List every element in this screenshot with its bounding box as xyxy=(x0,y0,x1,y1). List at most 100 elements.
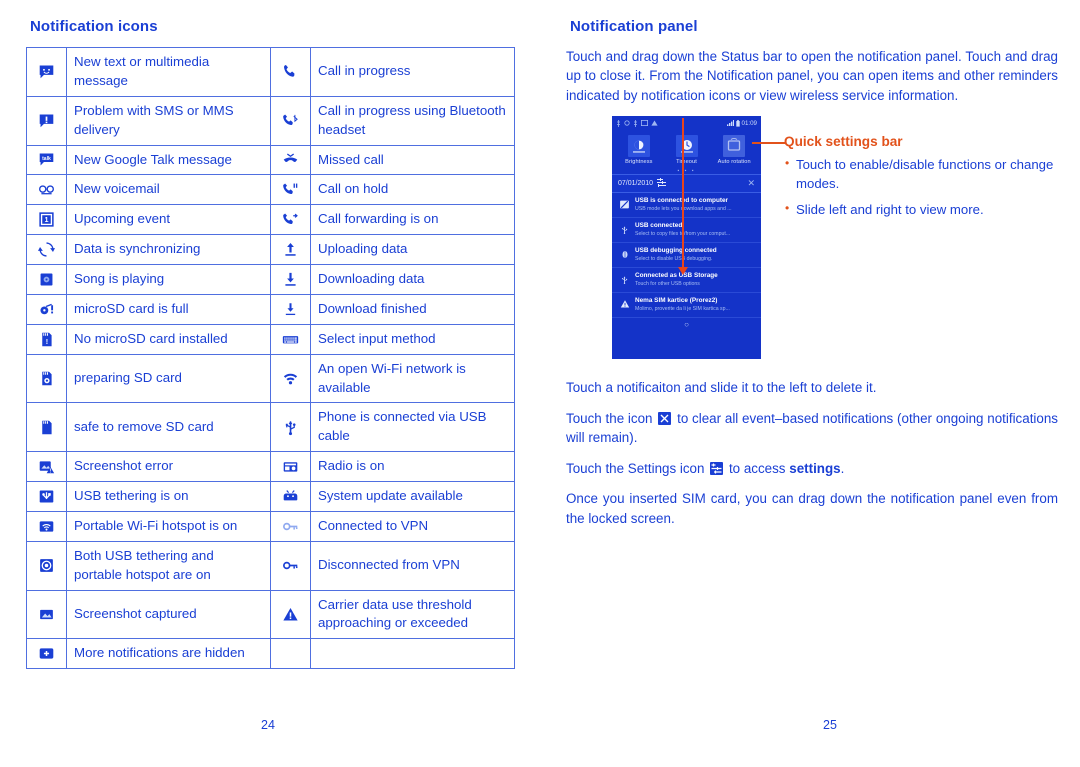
svg-text:1: 1 xyxy=(44,215,48,224)
table-cell-label: Uploading data xyxy=(310,234,515,265)
page-number-right: 25 xyxy=(823,718,837,732)
page-number-left: 24 xyxy=(261,718,275,732)
phone-bluetooth-icon-cell xyxy=(270,95,311,146)
close-icon[interactable]: ✕ xyxy=(747,178,755,189)
calendar-event-icon-cell: 1 xyxy=(26,204,67,236)
safe-remove-sd-icon xyxy=(38,419,55,436)
paragraph-settings-access: Touch the Settings icon to access settin… xyxy=(566,459,1058,478)
more-notifications-icon-cell xyxy=(26,638,67,670)
table-cell-label: No microSD card installed xyxy=(66,323,271,355)
phone-call-icon-cell xyxy=(270,47,311,97)
paragraph-clear-notifications: Touch the icon to clear all event–based … xyxy=(566,409,1058,448)
table-cell-label: New Google Talk message xyxy=(66,144,271,176)
safe-remove-sd-icon-cell xyxy=(26,402,67,453)
preparing-sd-card-icon-cell xyxy=(26,353,67,404)
table-cell-label: microSD card is full xyxy=(66,293,271,325)
callout-leader-line xyxy=(752,142,786,145)
status-bar-icons xyxy=(616,119,658,127)
notification-subtitle: Select to copy files to/from your comput… xyxy=(635,231,731,238)
call-forward-icon-cell xyxy=(270,204,311,236)
table-cell-label: preparing SD card xyxy=(66,353,271,404)
table-cell-label: System update available xyxy=(310,481,515,512)
table-row: ! No microSD card installed Select input m… xyxy=(26,323,515,355)
table-cell-label: Portable Wi-Fi hotspot is on xyxy=(66,510,271,542)
home-circle-icon[interactable]: ○ xyxy=(684,320,689,329)
table-row: USB tethering is on System update availab… xyxy=(26,481,515,512)
battery-icon xyxy=(735,119,740,127)
notification-list: USB is connected to computer USB mode let… xyxy=(612,193,761,318)
vpn-disconnected-icon-cell xyxy=(270,540,311,591)
notification-item[interactable]: Nema SIM kartice (Prorez2) Molimo, prover… xyxy=(612,293,761,318)
missed-call-icon xyxy=(282,151,299,168)
svg-text:!: ! xyxy=(50,469,52,475)
google-talk-icon: talk xyxy=(38,151,55,168)
upload-icon-cell xyxy=(270,234,311,265)
notification-text: USB is connected to computer USB mode let… xyxy=(632,197,756,213)
table-cell-label: Connected to VPN xyxy=(310,510,515,542)
notification-title: Connected as USB Storage xyxy=(635,271,718,279)
notification-item[interactable]: USB is connected to computer USB mode let… xyxy=(612,193,761,219)
usb-tethering-icon xyxy=(38,488,55,505)
quick-setting-auto-rotation-label: Auto rotation xyxy=(717,159,751,166)
calendar-event-icon: 1 xyxy=(38,211,55,228)
call-hold-icon xyxy=(282,181,299,198)
quick-setting-auto-rotation[interactable]: Auto rotation xyxy=(711,135,757,165)
left-page: Notification icons New text or multimedi… xyxy=(26,18,516,670)
notification-text: USB debugging connected Select to disable… xyxy=(632,247,756,263)
screenshot-status-icon xyxy=(641,120,648,127)
phone-bluetooth-icon xyxy=(282,112,299,129)
notification-title: USB debugging connected xyxy=(635,247,717,255)
callout-bullets: Touch to enable/disable functions or cha… xyxy=(784,155,1054,220)
vpn-connected-icon-cell xyxy=(270,510,311,542)
screenshot-error-icon: ! xyxy=(38,458,55,475)
table-row: Screenshot captured Carrier data use thre… xyxy=(26,589,515,640)
table-row: Song is playing Downloading data xyxy=(26,264,515,295)
sd-card-full-icon xyxy=(38,301,55,318)
upload-icon xyxy=(282,241,299,258)
table-cell-label: Downloading data xyxy=(310,264,515,295)
notification-item[interactable]: USB connected Select to copy files to/fro… xyxy=(612,218,761,244)
usb-icon-cell xyxy=(270,402,311,453)
warning-icon-cell xyxy=(270,589,311,640)
brightness-icon xyxy=(627,135,650,158)
signal-icon xyxy=(726,120,734,127)
empty-label-cell xyxy=(310,638,515,670)
callout-bullet: Slide left and right to view more. xyxy=(784,200,1054,220)
missed-call-icon-cell xyxy=(270,144,311,176)
settings-icon[interactable] xyxy=(657,178,667,189)
quick-settings-bar[interactable]: Brightness Timeout Auto rotation xyxy=(612,130,761,167)
notification-subtitle: Select to disable USB debugging. xyxy=(635,256,713,263)
table-row: Problem with SMS or MMS delivery Call in … xyxy=(26,95,515,146)
usb-computer-icon xyxy=(617,197,632,212)
table-cell-label: Phone is connected via USB cable xyxy=(310,402,515,453)
google-talk-icon-cell: talk xyxy=(26,144,67,176)
vpn-disconnected-icon xyxy=(282,557,299,574)
quick-setting-brightness-label: Brightness xyxy=(625,159,653,166)
notification-item[interactable]: USB debugging connected Select to disable… xyxy=(612,243,761,268)
notification-text: Connected as USB Storage Touch for other … xyxy=(632,272,756,288)
wifi-hotspot-icon-cell xyxy=(26,510,67,542)
notification-title: USB connected xyxy=(635,222,683,230)
music-play-icon-cell xyxy=(26,264,67,295)
screenshot-error-icon-cell: ! xyxy=(26,451,67,482)
sms-problem-icon xyxy=(38,112,55,129)
table-cell-label: Radio is on xyxy=(310,451,515,482)
notification-title: USB is connected to computer xyxy=(635,197,729,205)
settings-icon-inline xyxy=(710,461,724,475)
table-row: Both USB tethering and portable hotspot … xyxy=(26,540,515,591)
table-cell-label: Both USB tethering and portable hotspot … xyxy=(66,540,271,591)
call-hold-icon-cell xyxy=(270,174,311,206)
notification-subtitle: Touch for other USB options xyxy=(635,280,700,287)
warning-icon xyxy=(282,606,299,623)
notification-icons-table: New text or multimedia message Call in pr… xyxy=(26,47,515,670)
status-time: 01:09 xyxy=(741,119,757,127)
radio-icon xyxy=(282,458,299,475)
table-cell-label: Missed call xyxy=(310,144,515,176)
quick-setting-timeout[interactable]: Timeout xyxy=(664,135,710,165)
quick-setting-brightness[interactable]: Brightness xyxy=(616,135,662,165)
paragraph-delete-notification: Touch a notificaiton and slide it to the… xyxy=(566,380,877,396)
table-cell-label: Screenshot error xyxy=(66,451,271,482)
sms-message-icon xyxy=(38,63,55,80)
notification-subtitle: Molimo, proverite da li je SIM kartica s… xyxy=(635,305,730,312)
callout-bullet: Touch to enable/disable functions or cha… xyxy=(784,155,1054,193)
